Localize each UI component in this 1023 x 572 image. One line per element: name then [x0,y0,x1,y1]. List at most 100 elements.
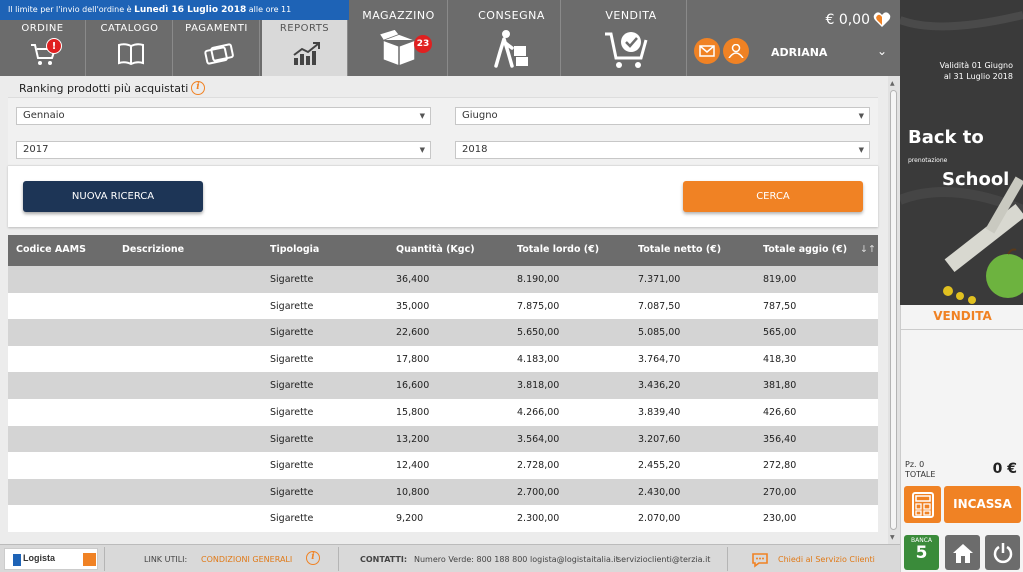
header-totale-netto[interactable]: Totale netto (€) [638,244,721,255]
customer-service-link[interactable]: Chiedi al Servizio Clienti [778,555,875,564]
tab-pagamenti[interactable]: PAGAMENTI [174,20,260,76]
promo-title-line1: Back to [908,127,984,148]
chevron-down-icon[interactable]: ⌄ [877,44,887,58]
header-totale-aggio[interactable]: Totale aggio (€) [763,244,847,255]
messages-button[interactable] [694,38,720,64]
tab-ordine[interactable]: ORDINE ! [0,20,86,76]
delivery-person-icon [494,30,528,68]
month-from-select[interactable]: Gennaio ▼ [16,107,431,125]
table-row[interactable]: Sigarette 35,000 7.875,00 7.087,50 787,50 [8,292,878,320]
ranking-table: Codice AAMS Descrizione Tipologia Quanti… [8,235,878,532]
cell-totale-netto: 3.839,40 [638,406,681,418]
scroll-up-icon[interactable]: ▲ [890,80,895,87]
logista-logo: Logista [4,548,98,570]
tab-consegna[interactable]: CONSEGNA [463,0,561,76]
power-button[interactable] [985,535,1020,570]
search-button[interactable]: CERCA [683,181,863,212]
scrollbar-thumb[interactable] [890,90,897,530]
notice-date: Lunedì 16 Luglio 2018 [134,5,247,15]
home-button[interactable] [945,535,980,570]
sort-icon[interactable]: ↓↑ [860,244,876,255]
tab-reports-label: REPORTS [279,23,330,34]
cell-tipologia: Sigarette [270,380,314,392]
divider [104,547,105,571]
table-body: Sigarette 36,400 8.190,00 7.371,00 819,00 Sig… [8,266,878,532]
cell-totale-lordo: 4.266,00 [517,406,560,418]
actions-panel: NUOVA RICERCA CERCA [8,165,878,227]
new-search-button[interactable]: NUOVA RICERCA [23,181,203,212]
table-row[interactable]: Sigarette 15,800 4.266,00 3.839,40 426,60 [8,398,878,426]
cell-tipologia: Sigarette [270,406,314,418]
wallet-heart-icon[interactable] [873,11,891,29]
top-navigation-bar: Il limite per l'invio dell'ordine è Lune… [0,0,900,76]
email-link-terzia[interactable]: servizioclienti@terzia.it [617,555,710,564]
footer-bar: Logista LINK UTILI: CONDIZIONI GENERALI … [0,544,900,572]
main-scrollbar[interactable]: ▲ ▼ [888,76,900,544]
tab-pagamenti-label: PAGAMENTI [185,23,248,34]
header-tipologia[interactable]: Tipologia [270,244,319,255]
table-row[interactable]: Sigarette 12,400 2.728,00 2.455,20 272,80 [8,452,878,479]
filters-panel: Gennaio ▼ Giugno ▼ 2017 ▼ 2018 ▼ [8,97,878,165]
tab-vendita[interactable]: VENDITA [576,0,687,76]
phone-number: Numero Verde: 800 188 800 [414,555,528,564]
scroll-down-icon[interactable]: ▼ [890,534,895,541]
cell-totale-aggio: 565,00 [763,327,797,339]
cell-tipologia: Sigarette [270,300,314,312]
table-row[interactable]: Sigarette 10,800 2.700,00 2.430,00 270,00 [8,478,878,506]
table-row[interactable]: Sigarette 17,800 4.183,00 3.764,70 418,30 [8,345,878,373]
mail-icon [699,45,715,57]
year-to-select[interactable]: 2018 ▼ [455,141,870,159]
tab-catalogo[interactable]: CATALOGO [87,20,173,76]
table-row[interactable]: Sigarette 9,200 2.300,00 2.070,00 230,00 [8,505,878,532]
promo-validity-line1: Validità 01 Giugno [939,61,1013,70]
info-icon[interactable]: i [191,81,205,95]
cell-totale-aggio: 787,50 [763,300,797,312]
divider [338,547,339,571]
dropdown-arrow-icon: ▼ [858,146,864,154]
tab-magazzino[interactable]: MAGAZZINO 23 [350,0,448,76]
tab-ordine-label: ORDINE [21,23,64,34]
cell-totale-netto: 3.207,60 [638,433,681,445]
banca-button[interactable]: BANCA 5 [904,535,939,570]
cell-totale-aggio: 418,30 [763,353,797,365]
header-totale-lordo[interactable]: Totale lordo (€) [517,244,599,255]
tab-consegna-label: CONSEGNA [478,9,545,22]
header-descrizione[interactable]: Descrizione [122,244,184,255]
cell-quantita: 9,200 [396,513,424,525]
month-to-value: Giugno [462,110,498,121]
month-to-select[interactable]: Giugno ▼ [455,107,870,125]
incassa-button[interactable]: INCASSA [944,486,1021,523]
email-link-logista[interactable]: logista@logistaitalia.it [530,555,619,564]
calculator-button[interactable] [904,486,941,523]
header-quantita[interactable]: Quantità (Kgc) [396,244,475,255]
cell-totale-netto: 7.371,00 [638,274,681,285]
profile-button[interactable] [723,38,749,64]
cell-quantita: 36,400 [396,274,430,285]
cell-quantita: 12,400 [396,460,430,472]
logo-text: Logista [23,553,56,563]
table-row[interactable]: Sigarette 22,600 5.650,00 5.085,00 565,00 [8,319,878,346]
contacts-label: CONTATTI: [360,555,408,564]
dropdown-arrow-icon: ▼ [419,146,425,154]
chat-icon[interactable] [751,552,769,568]
cell-totale-netto: 2.070,00 [638,513,681,525]
cell-totale-netto: 3.764,70 [638,353,681,365]
page-title: Ranking prodotti più acquistati [19,82,189,95]
year-to-value: 2018 [462,144,488,155]
table-row[interactable]: Sigarette 16,600 3.818,00 3.436,20 381,80 [8,372,878,399]
cell-totale-lordo: 2.300,00 [517,513,560,525]
cell-totale-netto: 3.436,20 [638,380,681,392]
promo-banner[interactable]: Validità 01 Giugno al 31 Luglio 2018 Bac… [900,0,1023,305]
username-label[interactable]: ADRIANA [771,46,827,59]
table-row[interactable]: Sigarette 13,200 3.564,00 3.207,60 356,40 [8,425,878,453]
promo-validity: Validità 01 Giugno al 31 Luglio 2018 [940,60,1013,82]
tab-catalogo-label: CATALOGO [100,23,159,34]
info-icon[interactable]: i [306,551,320,565]
conditions-link[interactable]: CONDIZIONI GENERALI [201,555,292,564]
cell-tipologia: Sigarette [270,513,314,525]
tab-reports[interactable]: REPORTS [262,20,348,76]
header-codice[interactable]: Codice AAMS [16,244,86,255]
month-from-value: Gennaio [23,110,65,121]
year-from-select[interactable]: 2017 ▼ [16,141,431,159]
table-row[interactable]: Sigarette 36,400 8.190,00 7.371,00 819,00 [8,266,878,293]
